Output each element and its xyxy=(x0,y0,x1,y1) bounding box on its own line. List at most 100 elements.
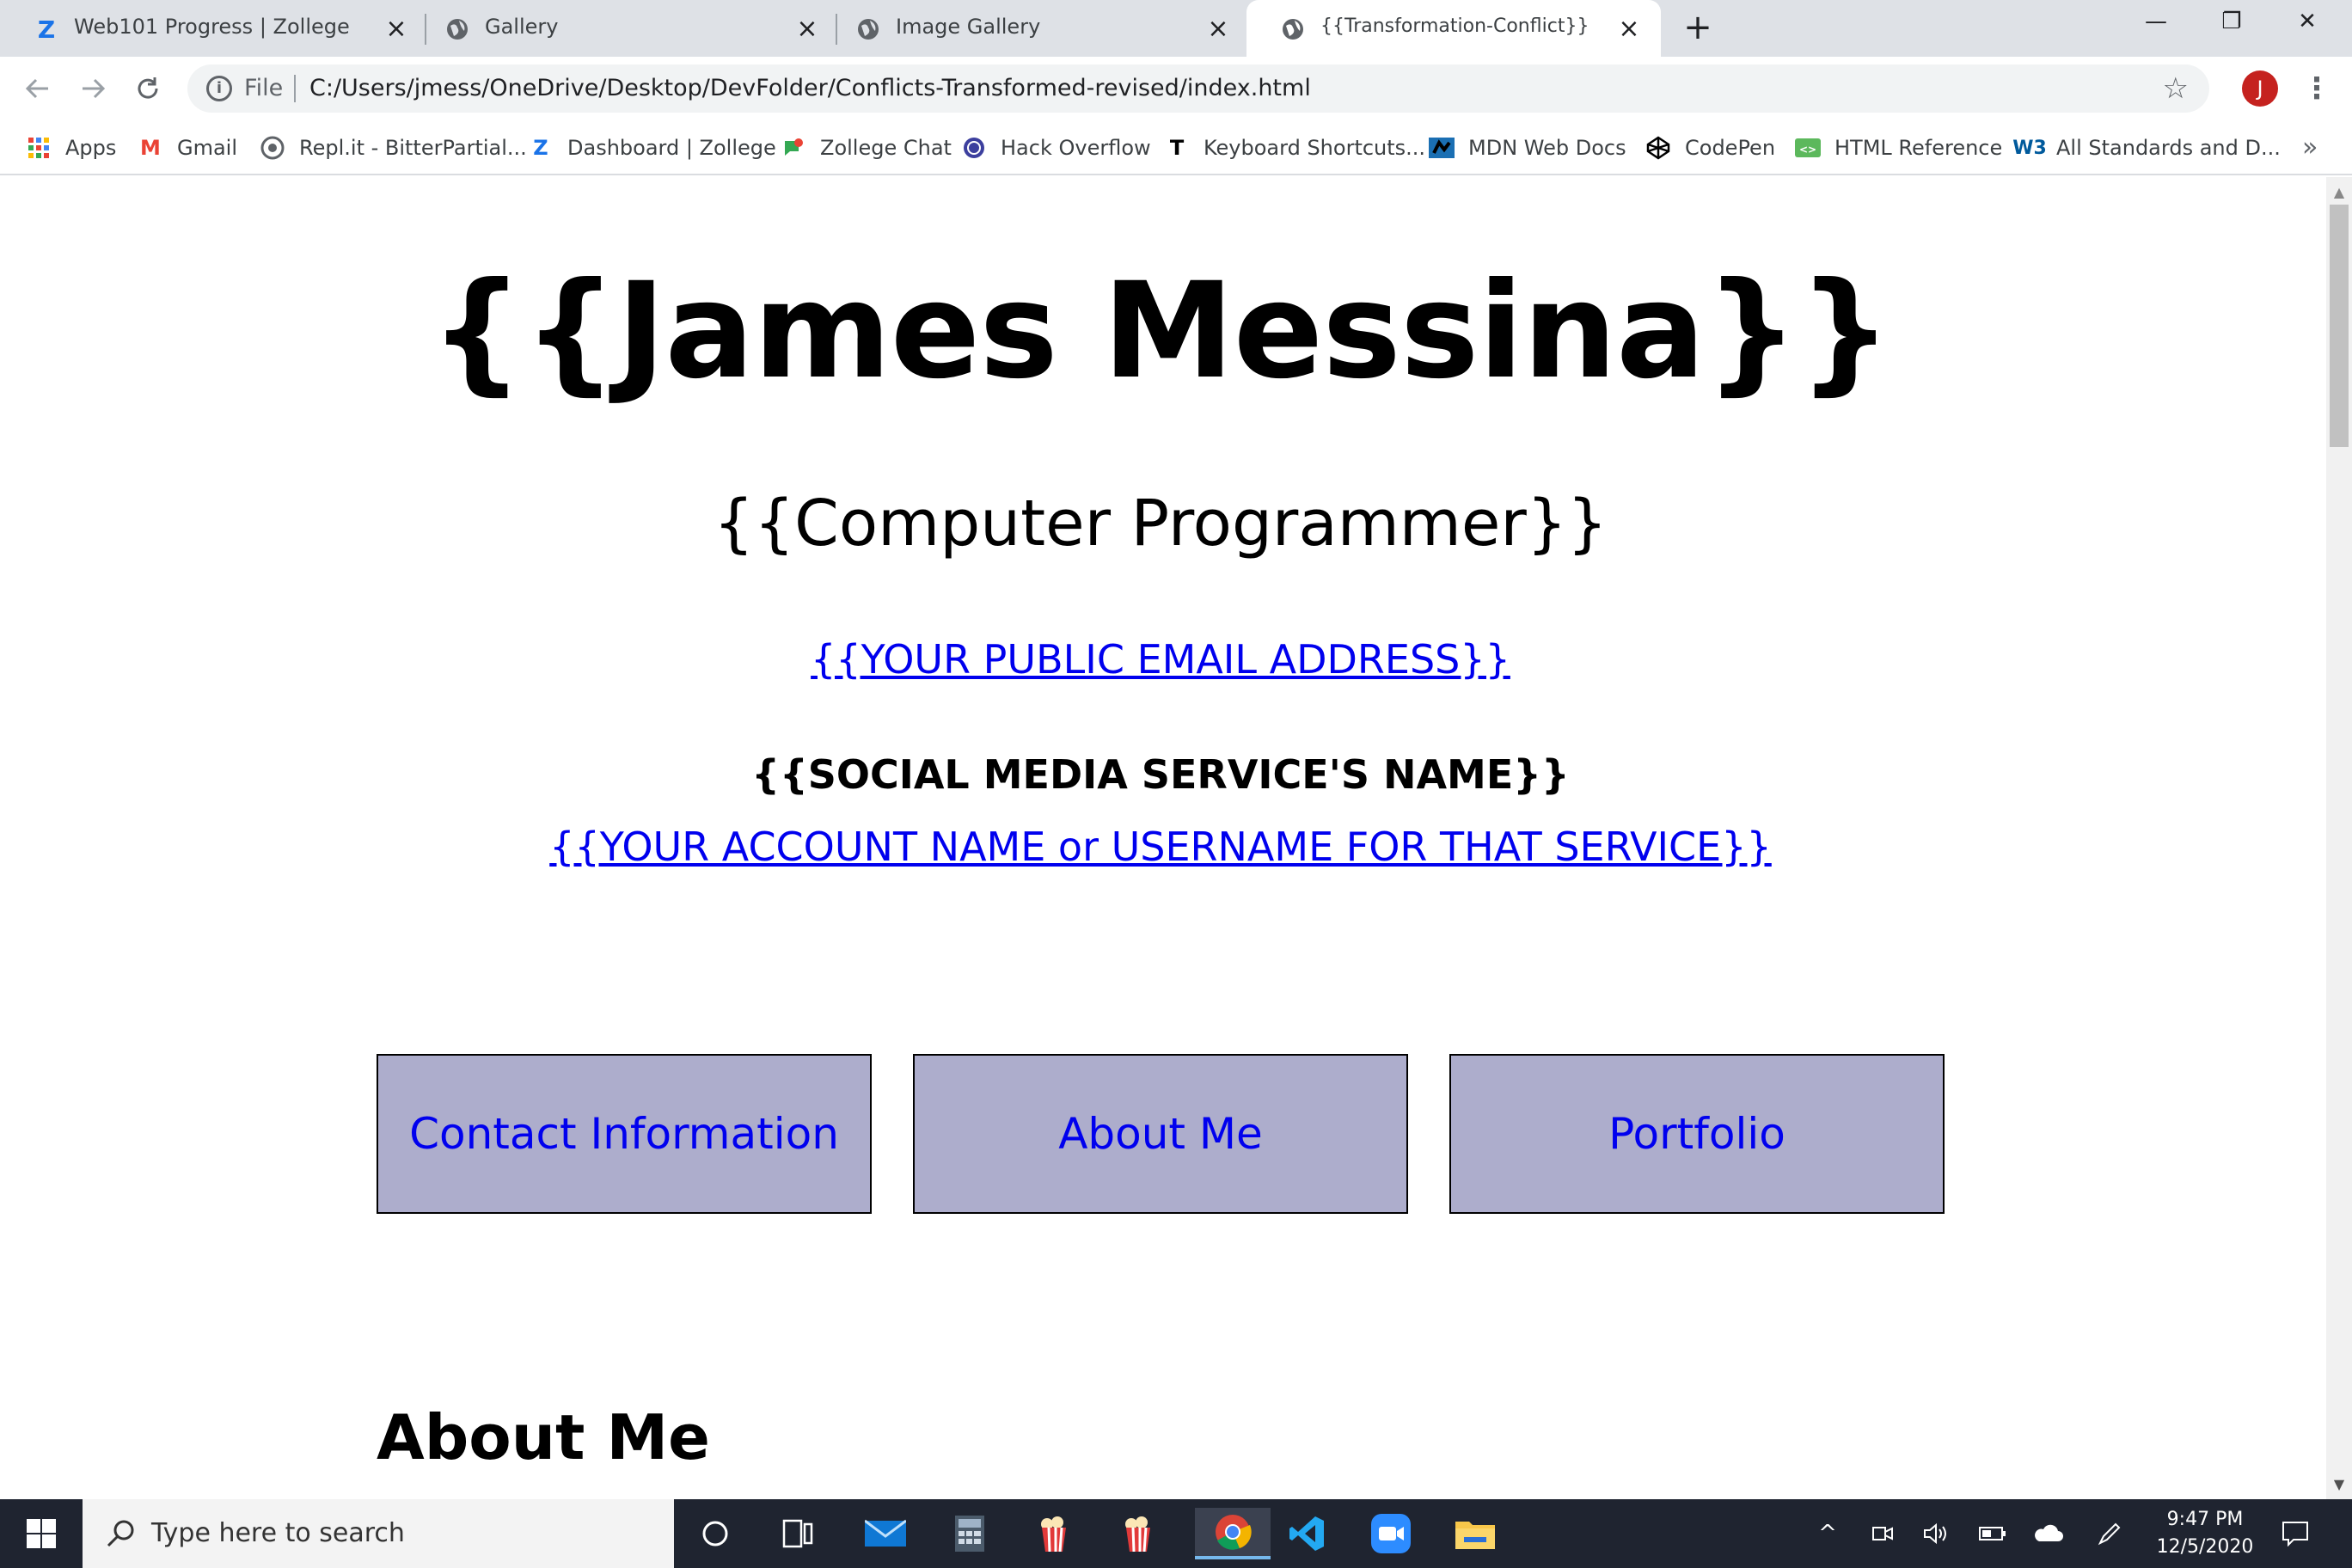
mail-app-icon[interactable] xyxy=(860,1508,911,1559)
tab-web101-progress[interactable]: Z Web101 Progress | Zollege × xyxy=(0,0,421,57)
bookmark-label: Gmail xyxy=(177,136,238,160)
address-bar[interactable]: i File C:/Users/jmess/OneDrive/Desktop/D… xyxy=(187,64,2209,113)
minimize-button[interactable]: — xyxy=(2130,9,2182,43)
apps-grid-icon xyxy=(26,135,52,161)
bookmark-label: HTML Reference xyxy=(1834,136,2003,160)
tab-image-gallery[interactable]: Image Gallery × xyxy=(822,0,1240,57)
battery-icon[interactable] xyxy=(1975,1516,2010,1551)
address-separator xyxy=(294,75,296,102)
tab-title: Image Gallery xyxy=(896,15,1041,39)
vertical-scrollbar[interactable]: ▲ ▼ xyxy=(2326,177,2352,1499)
bookmark-replit[interactable]: Repl.it - BitterPartial... xyxy=(260,131,527,165)
file-explorer-app-icon[interactable] xyxy=(1449,1508,1501,1559)
bookmark-label: Dashboard | Zollege xyxy=(567,136,776,160)
bookmark-label: All Standards and D... xyxy=(2056,136,2281,160)
start-button[interactable] xyxy=(0,1499,83,1568)
bookmark-apps[interactable]: Apps xyxy=(26,131,116,165)
notification-center-icon[interactable] xyxy=(2278,1516,2312,1551)
globe-icon xyxy=(1281,17,1305,41)
close-icon[interactable]: × xyxy=(1205,14,1231,44)
bookmark-hack-overflow[interactable]: Hack Overflow xyxy=(961,131,1151,165)
zollege-icon: Z xyxy=(533,136,548,160)
windows-logo-icon xyxy=(27,1519,56,1548)
taskbar-search-box[interactable]: Type here to search xyxy=(83,1499,674,1568)
calculator-app-icon[interactable] xyxy=(944,1508,995,1559)
forward-button[interactable] xyxy=(76,71,110,106)
close-icon[interactable]: × xyxy=(794,14,820,44)
system-clock[interactable]: 9:47 PM 12/5/2020 xyxy=(2149,1506,2261,1561)
scrollbar-thumb[interactable] xyxy=(2330,205,2349,447)
meet-now-icon[interactable] xyxy=(1865,1516,1900,1551)
bookmark-w3-standards[interactable]: W3 All Standards and D... xyxy=(2012,131,2281,165)
scheme-label: File xyxy=(244,75,284,101)
search-placeholder: Type here to search xyxy=(151,1518,405,1548)
popcorn-app-icon[interactable] xyxy=(1028,1508,1080,1559)
chrome-app-icon[interactable] xyxy=(1195,1508,1271,1559)
close-icon[interactable]: × xyxy=(383,14,409,44)
scroll-down-arrow-icon[interactable]: ▼ xyxy=(2326,1476,2352,1492)
url-text[interactable]: C:/Users/jmess/OneDrive/Desktop/DevFolde… xyxy=(309,75,1311,101)
contact-information-button[interactable]: Contact Information xyxy=(377,1054,872,1214)
tab-gallery[interactable]: Gallery × xyxy=(411,0,829,57)
bookmark-gmail[interactable]: M Gmail xyxy=(138,131,237,165)
bookmark-label: CodePen xyxy=(1685,136,1776,160)
profile-avatar[interactable]: J xyxy=(2242,70,2278,107)
tab-title: Web101 Progress | Zollege xyxy=(74,15,350,39)
bookmark-mdn[interactable]: MDN Web Docs xyxy=(1429,131,1626,165)
portfolio-button[interactable]: Portfolio xyxy=(1449,1054,1945,1214)
bookmark-label: Zollege Chat xyxy=(820,136,952,160)
onedrive-cloud-icon[interactable] xyxy=(2030,1516,2065,1551)
browser-toolbar: i File C:/Users/jmess/OneDrive/Desktop/D… xyxy=(0,57,2352,120)
zollege-icon: Z xyxy=(37,15,56,44)
vscode-app-icon[interactable] xyxy=(1281,1508,1332,1559)
bookmark-keyboard-shortcuts[interactable]: T Keyboard Shortcuts... xyxy=(1164,131,1425,165)
bookmark-label: MDN Web Docs xyxy=(1468,136,1626,160)
chat-icon xyxy=(781,135,806,161)
reload-button[interactable] xyxy=(131,71,165,106)
volume-icon[interactable] xyxy=(1919,1516,1953,1551)
popcorn-app-icon[interactable] xyxy=(1112,1508,1164,1559)
svg-text:<>: <> xyxy=(1799,144,1816,156)
bookmark-label: Repl.it - BitterPartial... xyxy=(299,136,527,160)
bookmarks-overflow-button[interactable]: » xyxy=(2302,132,2318,162)
bookmark-codepen[interactable]: CodePen xyxy=(1645,131,1775,165)
page-title: {{James Messina}} xyxy=(429,254,1892,408)
pen-workspace-icon[interactable] xyxy=(2092,1516,2127,1551)
keyboard-shortcuts-icon: T xyxy=(1169,136,1185,160)
search-icon xyxy=(107,1520,134,1547)
arrow-right-icon xyxy=(83,78,106,99)
bookmark-dashboard-zollege[interactable]: Z Dashboard | Zollege xyxy=(528,131,776,165)
tab-transformation-conflict[interactable]: {{Transformation-Conflict}} × xyxy=(1246,0,1661,57)
tab-title: {{Transformation-Conflict}} xyxy=(1320,15,1589,37)
globe-icon xyxy=(856,17,880,41)
info-icon[interactable]: i xyxy=(206,76,232,101)
new-tab-button[interactable]: + xyxy=(1681,10,1715,46)
zoom-app-icon[interactable] xyxy=(1365,1508,1417,1559)
tab-title: Gallery xyxy=(485,15,559,39)
bookmark-zollege-chat[interactable]: Zollege Chat xyxy=(781,131,952,165)
email-link[interactable]: {{YOUR PUBLIC EMAIL ADDRESS}} xyxy=(811,636,1510,683)
w3-icon: W3 xyxy=(2012,137,2047,159)
bookmarks-bar: Apps M Gmail Repl.it - BitterPartial... … xyxy=(0,120,2352,175)
chevron-up-icon[interactable]: ^ xyxy=(1810,1516,1845,1551)
clock-date: 12/5/2020 xyxy=(2156,1536,2254,1558)
globe-icon xyxy=(445,17,469,41)
about-me-heading: About Me xyxy=(377,1401,710,1473)
mdn-icon xyxy=(1429,135,1455,161)
tab-strip: Z Web101 Progress | Zollege × Gallery × … xyxy=(0,0,2352,57)
cortana-icon[interactable] xyxy=(689,1508,741,1559)
back-button[interactable] xyxy=(21,71,55,106)
account-link[interactable]: {{YOUR ACCOUNT NAME or USERNAME FOR THAT… xyxy=(549,824,1772,870)
scroll-up-arrow-icon[interactable]: ▲ xyxy=(2326,184,2352,200)
bookmark-label: Keyboard Shortcuts... xyxy=(1204,136,1426,160)
close-window-button[interactable]: ✕ xyxy=(2282,9,2333,43)
reload-icon xyxy=(138,77,158,99)
bookmark-html-reference[interactable]: <> HTML Reference xyxy=(1795,131,2002,165)
about-me-button[interactable]: About Me xyxy=(913,1054,1408,1214)
task-view-icon[interactable] xyxy=(772,1508,824,1559)
restore-button[interactable]: ❐ xyxy=(2206,9,2257,43)
close-icon[interactable]: × xyxy=(1616,14,1642,44)
bookmark-star-icon[interactable]: ☆ xyxy=(2163,71,2189,106)
menu-icon[interactable]: ⋮ xyxy=(2302,69,2331,108)
arrow-left-icon xyxy=(25,78,48,99)
